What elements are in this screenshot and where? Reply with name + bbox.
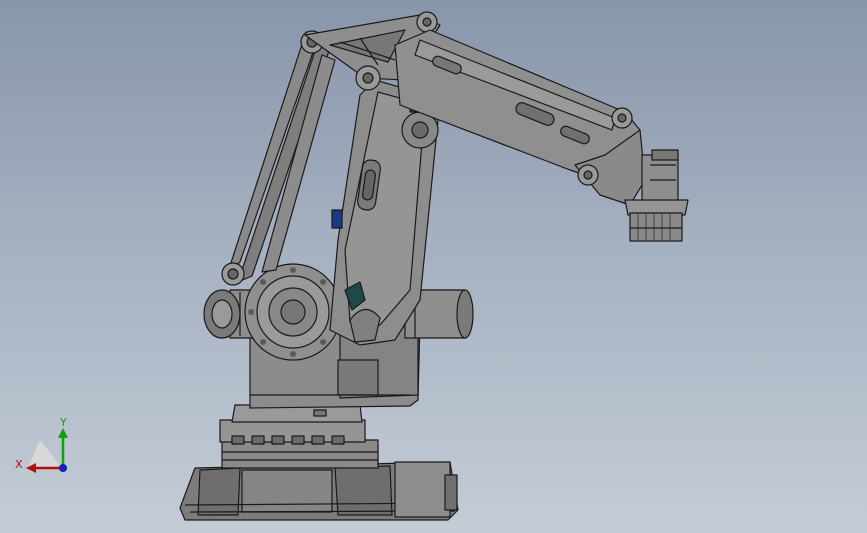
shoulder-joint[interactable] xyxy=(244,263,342,361)
origin-dot xyxy=(59,464,67,472)
y-arrowhead xyxy=(58,428,68,438)
x-axis-label: X xyxy=(15,458,23,471)
robot-model[interactable]: Y X xyxy=(0,0,867,533)
axis-triad: Y X xyxy=(15,416,68,473)
parallel-link[interactable] xyxy=(221,30,336,286)
y-axis-label: Y xyxy=(59,416,67,429)
triad-plane-shape xyxy=(28,440,62,468)
cad-viewport[interactable]: Y X xyxy=(0,0,867,533)
robot-base[interactable] xyxy=(179,404,459,521)
